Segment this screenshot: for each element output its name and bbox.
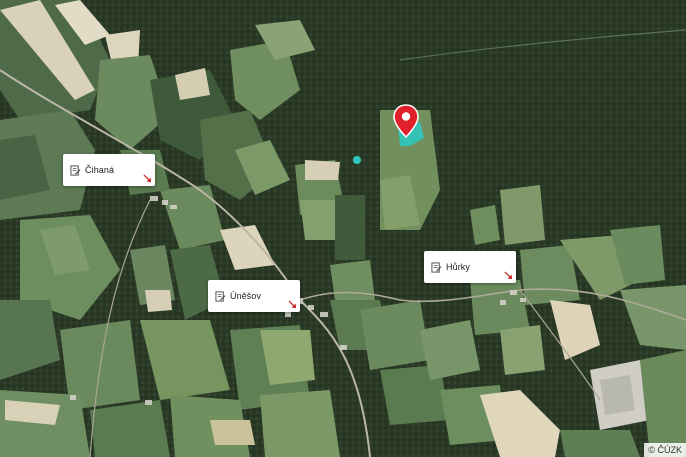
place-name: Úněšov — [230, 291, 262, 301]
place-label-cihana[interactable]: Čihaná — [63, 154, 155, 186]
place-name: Čihaná — [85, 165, 115, 175]
map-viewport[interactable]: Čihaná Úněšov Hůrky © ČÚZK — [0, 0, 686, 457]
location-pin-icon[interactable] — [393, 104, 419, 138]
copyright-notice: © ČÚZK — [644, 443, 686, 457]
aerial-imagery — [0, 0, 686, 457]
arrow-down-right-icon — [143, 174, 152, 183]
document-edit-icon — [431, 261, 442, 273]
place-name: Hůrky — [446, 262, 471, 272]
arrow-down-right-icon — [288, 300, 297, 309]
arrow-down-right-icon — [504, 271, 513, 280]
document-edit-icon — [70, 164, 81, 176]
document-edit-icon — [215, 290, 226, 302]
place-label-unesov[interactable]: Úněšov — [208, 280, 300, 312]
place-label-hurky[interactable]: Hůrky — [424, 251, 516, 283]
